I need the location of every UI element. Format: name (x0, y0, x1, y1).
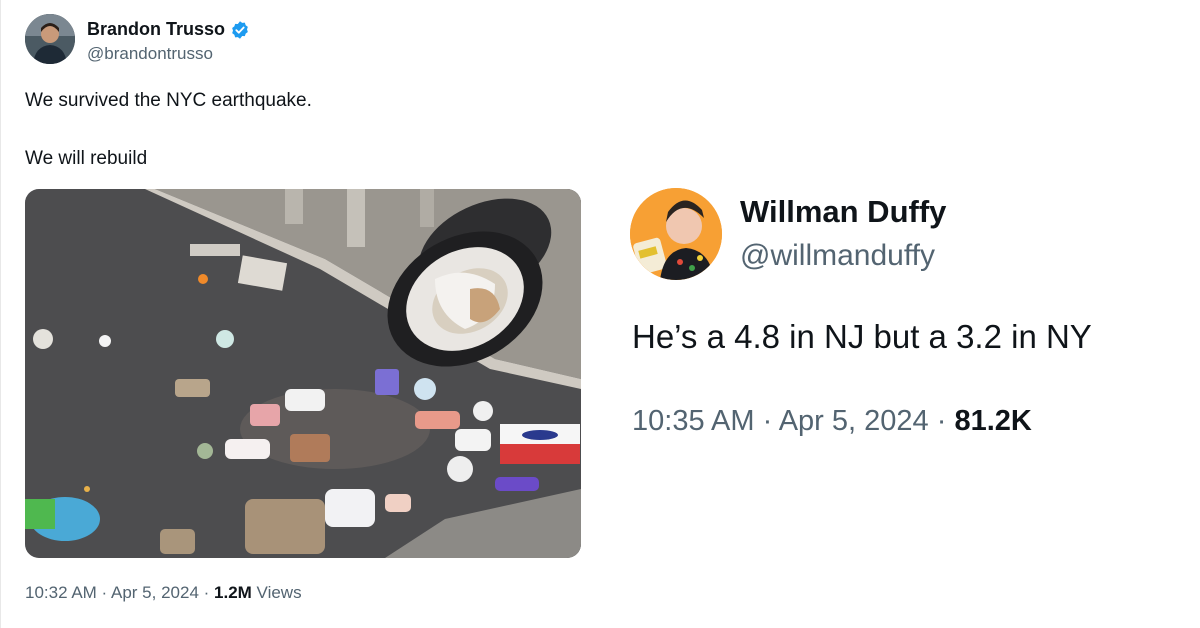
tweet-date[interactable]: Apr 5, 2024 (111, 583, 199, 602)
willman-avatar[interactable] (630, 188, 722, 280)
verified-badge-icon (232, 20, 248, 39)
reply-tweet-time[interactable]: 10:35 AM (632, 405, 755, 437)
brandon-avatar[interactable] (25, 14, 75, 64)
reply-tweet-metadata: 10:35 AM · Apr 5, 2024 · 81.2K (632, 405, 1032, 438)
views-label: Views (256, 583, 302, 602)
tweet-text-line-2: We will rebuild (25, 148, 148, 169)
tweet-time[interactable]: 10:32 AM (25, 583, 97, 602)
left-tweet-card: Brandon Trusso @brandontrusso We survive… (0, 0, 600, 628)
display-name-text[interactable]: Brandon Trusso (87, 19, 225, 40)
willman-handle[interactable]: @willmanduffy (740, 239, 935, 273)
willman-display-name[interactable]: Willman Duffy (740, 194, 946, 230)
reply-tweet-date[interactable]: Apr 5, 2024 (779, 405, 929, 437)
meta-separator: · (198, 583, 215, 602)
brandon-display-name[interactable]: Brandon Trusso (87, 19, 250, 40)
views-count[interactable]: 1.2M (214, 583, 252, 602)
reply-tweet-text: He’s a 4.8 in NJ but a 3.2 in NY (632, 318, 1092, 355)
tweet-metadata: 10:32 AM · Apr 5, 2024 · 1.2M Views (25, 583, 302, 603)
brandon-handle[interactable]: @brandontrusso (87, 44, 213, 64)
tweet-text-line-1: We survived the NYC earthquake. (25, 90, 312, 111)
meta-separator: · (96, 583, 111, 602)
meta-separator: · (928, 405, 955, 437)
reply-views-count[interactable]: 81.2K (954, 405, 1031, 437)
meta-separator: · (754, 405, 779, 437)
overturned-trash-can-photo-icon (25, 189, 581, 558)
tweet-photo[interactable] (25, 189, 581, 558)
